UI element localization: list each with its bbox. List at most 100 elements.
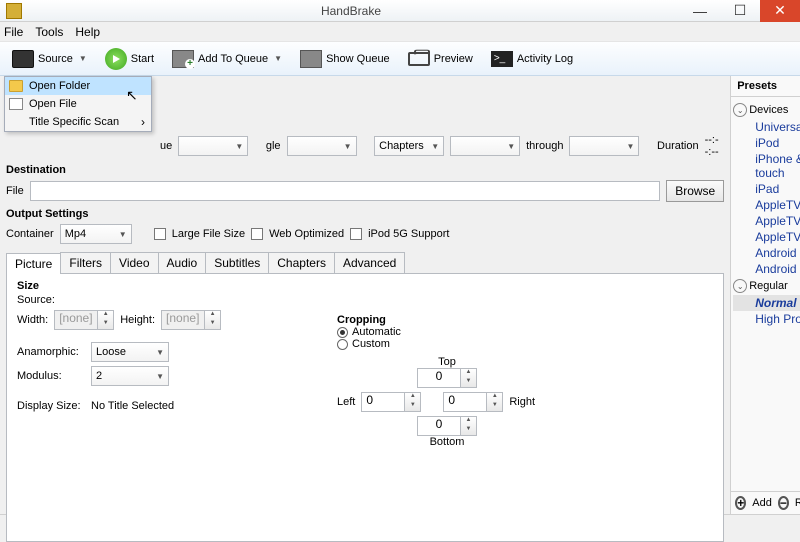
queue-add-icon (172, 50, 194, 68)
activity-log-button[interactable]: >_ Activity Log (485, 49, 579, 69)
preview-button[interactable]: Preview (402, 50, 479, 68)
terminal-icon: >_ (491, 51, 513, 67)
preset-iphone-ipod-touch[interactable]: iPhone & iPod touch (733, 151, 800, 181)
crop-right-label: Right (509, 396, 535, 408)
crop-automatic-radio[interactable] (337, 327, 348, 338)
anamorphic-select[interactable]: Loose▼ (91, 342, 169, 362)
queue-icon (300, 50, 322, 68)
crop-right-spinner[interactable]: 0▲▼ (443, 392, 503, 412)
destination-file-input[interactable] (30, 181, 660, 201)
menu-tools[interactable]: Tools (35, 25, 63, 39)
preset-ipad[interactable]: iPad (733, 181, 800, 197)
preset-normal[interactable]: Normal (733, 295, 800, 311)
tab-filters[interactable]: Filters (60, 252, 111, 273)
display-size-label: Display Size: (17, 400, 85, 412)
tab-chapters[interactable]: Chapters (268, 252, 335, 273)
angle-select[interactable]: ▼ (287, 136, 357, 156)
chapter-end-select[interactable]: ▼ (569, 136, 639, 156)
preset-add-button[interactable]: Add (752, 497, 772, 509)
picture-panel: Size Source: Width: [none]▲▼ Height: [no… (6, 274, 724, 542)
maximize-button[interactable]: ☐ (720, 0, 760, 22)
crop-bottom-spinner[interactable]: 0▲▼ (417, 416, 477, 436)
tab-video[interactable]: Video (110, 252, 158, 273)
crop-left-label: Left (337, 396, 355, 408)
menu-bar: File Tools Help (0, 22, 800, 42)
tab-audio[interactable]: Audio (158, 252, 207, 273)
output-settings-section: Output Settings (0, 204, 730, 222)
minimize-button[interactable]: — (680, 0, 720, 22)
modulus-select[interactable]: 2▼ (91, 366, 169, 386)
tab-advanced[interactable]: Advanced (334, 252, 405, 273)
file-icon (9, 98, 23, 110)
size-heading: Size (17, 280, 713, 292)
title-label-stub: ue (160, 140, 172, 152)
crop-automatic-label: Automatic (352, 326, 401, 338)
duration-label: Duration (657, 140, 699, 152)
cursor-icon: ↖ (126, 87, 138, 104)
tv-icon (408, 52, 430, 66)
crop-left-spinner[interactable]: 0▲▼ (361, 392, 421, 412)
menu-file[interactable]: File (4, 25, 23, 39)
width-spinner[interactable]: [none]▲▼ (54, 310, 114, 330)
preset-universal[interactable]: Universal (733, 119, 800, 135)
crop-bottom-label: Bottom (430, 436, 465, 448)
height-spinner[interactable]: [none]▲▼ (161, 310, 221, 330)
range-mode-select[interactable]: Chapters▼ (374, 136, 444, 156)
menu-help[interactable]: Help (75, 25, 100, 39)
presets-header: Presets (731, 76, 800, 97)
clapper-icon (12, 50, 34, 68)
start-button[interactable]: Start (99, 46, 160, 72)
chapter-start-select[interactable]: ▼ (450, 136, 520, 156)
through-label: through (526, 140, 563, 152)
tab-subtitles[interactable]: Subtitles (205, 252, 269, 273)
container-label: Container (6, 228, 54, 240)
ipod-5g-checkbox[interactable] (350, 228, 362, 240)
ipod-5g-label: iPod 5G Support (368, 228, 449, 240)
crop-top-label: Top (438, 356, 456, 368)
preset-android-tablet[interactable]: Android Tablet (733, 261, 800, 277)
preset-high-profile[interactable]: High Profile (733, 311, 800, 327)
preset-group-devices[interactable]: ⌄Devices (733, 101, 800, 119)
preset-appletv3[interactable]: AppleTV 3 (733, 229, 800, 245)
preset-android[interactable]: Android (733, 245, 800, 261)
settings-tabs: Picture Filters Video Audio Subtitles Ch… (6, 252, 724, 274)
large-file-checkbox[interactable] (154, 228, 166, 240)
source-dropdown-menu: Open Folder Open File Title Specific Sca… (4, 76, 152, 132)
large-file-label: Large File Size (172, 228, 245, 240)
preset-appletv[interactable]: AppleTV (733, 197, 800, 213)
anamorphic-label: Anamorphic: (17, 346, 85, 358)
preset-appletv2[interactable]: AppleTV 2 (733, 213, 800, 229)
angle-label-stub: gle (266, 140, 281, 152)
preset-remove-button[interactable]: Remove (795, 497, 800, 509)
window-title: HandBrake (22, 4, 680, 18)
modulus-label: Modulus: (17, 370, 85, 382)
close-button[interactable]: ✕ (760, 0, 800, 22)
tab-picture[interactable]: Picture (6, 253, 61, 274)
cropping-heading: Cropping (337, 314, 535, 326)
toolbar: Source▼ Start Add To Queue▼ Show Queue P… (0, 42, 800, 76)
play-icon (105, 48, 127, 70)
source-button[interactable]: Source▼ (6, 46, 93, 72)
folder-icon (9, 80, 23, 92)
menu-title-specific-scan[interactable]: Title Specific Scan (5, 113, 151, 131)
presets-panel: Presets ⌄Devices Universal iPod iPhone &… (730, 76, 800, 514)
title-bar: HandBrake — ☐ ✕ (0, 0, 800, 22)
preset-group-regular[interactable]: ⌄Regular (733, 277, 800, 295)
destination-section: Destination (0, 160, 730, 178)
chevron-down-icon: ⌄ (733, 279, 747, 293)
container-select[interactable]: Mp4▼ (60, 224, 132, 244)
source-label: Source: (17, 294, 55, 306)
file-label: File (6, 185, 24, 197)
title-select[interactable]: ▼ (178, 136, 248, 156)
display-size-value: No Title Selected (91, 400, 174, 412)
crop-top-spinner[interactable]: 0▲▼ (417, 368, 477, 388)
show-queue-button[interactable]: Show Queue (294, 48, 396, 70)
preset-ipod[interactable]: iPod (733, 135, 800, 151)
web-optimized-label: Web Optimized (269, 228, 344, 240)
add-to-queue-button[interactable]: Add To Queue▼ (166, 48, 288, 70)
minus-icon: − (778, 496, 789, 510)
crop-custom-radio[interactable] (337, 339, 348, 350)
web-optimized-checkbox[interactable] (251, 228, 263, 240)
width-label: Width: (17, 314, 48, 326)
browse-button[interactable]: Browse (666, 180, 724, 202)
